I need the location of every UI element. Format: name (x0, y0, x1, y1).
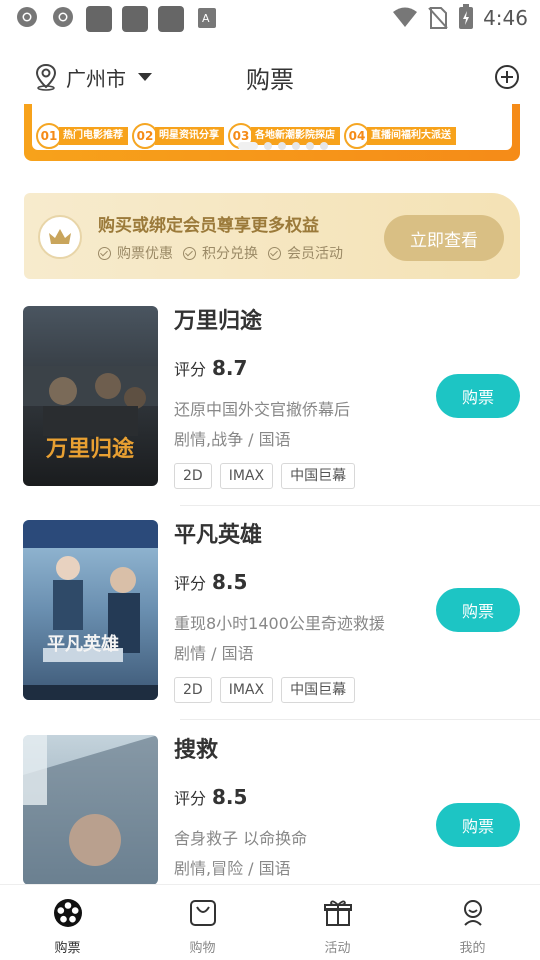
movie-desc: 重现8小时1400公里奇迹救援 (174, 614, 385, 633)
page-title: 购票 (246, 66, 294, 94)
promo-banner[interactable]: 01 热门电影推荐 02 明星资讯分享 03 各地新潮影院探店 04 直播间福利… (24, 104, 520, 161)
app-icon (122, 6, 148, 32)
step-text: 热门电影推荐 (59, 127, 128, 145)
perk-item: 积分兑换 (183, 243, 258, 263)
app-icon (158, 6, 184, 32)
movie-title: 平凡英雄 (174, 523, 263, 548)
score-label: 评分 (174, 360, 207, 379)
format-tag: IMAX (219, 677, 274, 703)
banner-pagination (238, 142, 328, 150)
movie-genre: 剧情 / 国语 (174, 644, 254, 663)
movie-genre: 剧情,冒险 / 国语 (174, 859, 291, 878)
score-value: 8.5 (212, 785, 248, 809)
view-now-button[interactable]: 立即查看 (384, 215, 504, 261)
status-bar: A 4:46 (0, 0, 540, 36)
user-icon (463, 900, 482, 926)
banner-step: 02 明星资讯分享 (132, 123, 224, 149)
step-text: 直播间福利大派送 (367, 127, 456, 145)
perk-item: 购票优惠 (98, 243, 173, 263)
top-bar: 广州市 购票 (0, 40, 540, 112)
movie-genre: 剧情,战争 / 国语 (174, 430, 291, 449)
nav-label: 购票 (54, 941, 81, 956)
check-circle-icon (183, 246, 196, 260)
movie-title: 搜救 (174, 738, 219, 763)
format-tag: 中国巨幕 (281, 677, 356, 703)
movie-tags: 2D IMAX 中国巨幕 (174, 463, 356, 489)
pagination-dot[interactable] (264, 142, 272, 150)
format-tag: 2D (174, 463, 212, 489)
score-value: 8.7 (212, 356, 248, 380)
movie-score: 评分 8.5 (174, 570, 247, 594)
movie-tags: 2D IMAX 中国巨幕 (174, 677, 356, 703)
step-text: 明星资讯分享 (155, 127, 224, 145)
shopping-bag-icon (189, 900, 216, 926)
movie-poster[interactable]: 平凡英雄 (23, 520, 158, 700)
chrome-icon (53, 7, 73, 27)
nav-label: 购物 (189, 941, 216, 956)
score-value: 8.5 (212, 570, 248, 594)
clock: 4:46 (483, 6, 528, 30)
perk-item: 会员活动 (268, 243, 343, 263)
crown-badge (38, 215, 82, 259)
pagination-dot[interactable] (238, 142, 258, 150)
banner-step: 01 热门电影推荐 (36, 123, 128, 149)
perk-label: 购票优惠 (117, 246, 173, 262)
movie-item[interactable]: 万里归途 万里归途 评分 8.7 还原中国外交官撤侨幕后 剧情,战争 / 国语 … (0, 306, 540, 506)
score-label: 评分 (174, 789, 207, 808)
member-perks: 购票优惠 积分兑换 会员活动 (98, 243, 343, 263)
nav-shopping[interactable]: 购物 (135, 885, 270, 960)
banner-step: 04 直播间福利大派送 (344, 123, 456, 149)
bottom-nav: 购票 购物 活动 我的 (0, 884, 540, 960)
nav-label: 我的 (459, 941, 486, 956)
divider (180, 505, 540, 506)
svg-text:A: A (202, 12, 210, 25)
pagination-dot[interactable] (278, 142, 286, 150)
crown-icon (49, 229, 71, 244)
pagination-dot[interactable] (320, 142, 328, 150)
buy-ticket-button[interactable]: 购票 (436, 588, 520, 632)
buy-ticket-button[interactable]: 购票 (436, 374, 520, 418)
format-tag: 2D (174, 677, 212, 703)
movie-score: 评分 8.5 (174, 785, 247, 809)
member-card: 购买或绑定会员尊享更多权益 购票优惠 积分兑换 会员活动 立即查看 (24, 193, 520, 279)
buy-ticket-button[interactable]: 购票 (436, 803, 520, 847)
pagination-dot[interactable] (292, 142, 300, 150)
member-title: 购买或绑定会员尊享更多权益 (98, 216, 319, 236)
nav-profile[interactable]: 我的 (405, 885, 540, 960)
score-label: 评分 (174, 574, 207, 593)
poster-title: 万里归途 (45, 436, 135, 462)
movie-poster[interactable]: 万里归途 (23, 306, 158, 486)
movie-poster[interactable] (23, 735, 158, 885)
movie-item[interactable]: 平凡英雄 平凡英雄 评分 8.5 重现8小时1400公里奇迹救援 剧情 / 国语… (0, 520, 540, 720)
gift-icon (323, 900, 352, 926)
movie-desc: 舍身救子 以命换命 (174, 829, 308, 848)
translate-icon: A (198, 8, 216, 28)
divider (180, 719, 540, 720)
pagination-dot[interactable] (306, 142, 314, 150)
check-circle-icon (98, 246, 111, 260)
film-reel-icon (53, 899, 82, 927)
poster-title: 平凡英雄 (47, 633, 119, 655)
format-tag: IMAX (219, 463, 274, 489)
format-tag: 中国巨幕 (281, 463, 356, 489)
movie-desc: 还原中国外交官撤侨幕后 (174, 400, 351, 419)
wifi-icon (393, 7, 417, 27)
movie-title: 万里归途 (174, 309, 263, 334)
movie-score: 评分 8.7 (174, 356, 247, 380)
battery-charging-icon (459, 4, 473, 29)
check-circle-icon (268, 246, 281, 260)
no-sim-icon (428, 7, 448, 29)
perk-label: 积分兑换 (202, 246, 258, 262)
nav-activities[interactable]: 活动 (270, 885, 405, 960)
nav-tickets[interactable]: 购票 (0, 885, 135, 960)
nav-label: 活动 (324, 941, 351, 956)
perk-label: 会员活动 (287, 246, 343, 262)
chrome-icon (17, 7, 37, 27)
app-icon (86, 6, 112, 32)
plus-circle-icon[interactable] (494, 64, 520, 90)
